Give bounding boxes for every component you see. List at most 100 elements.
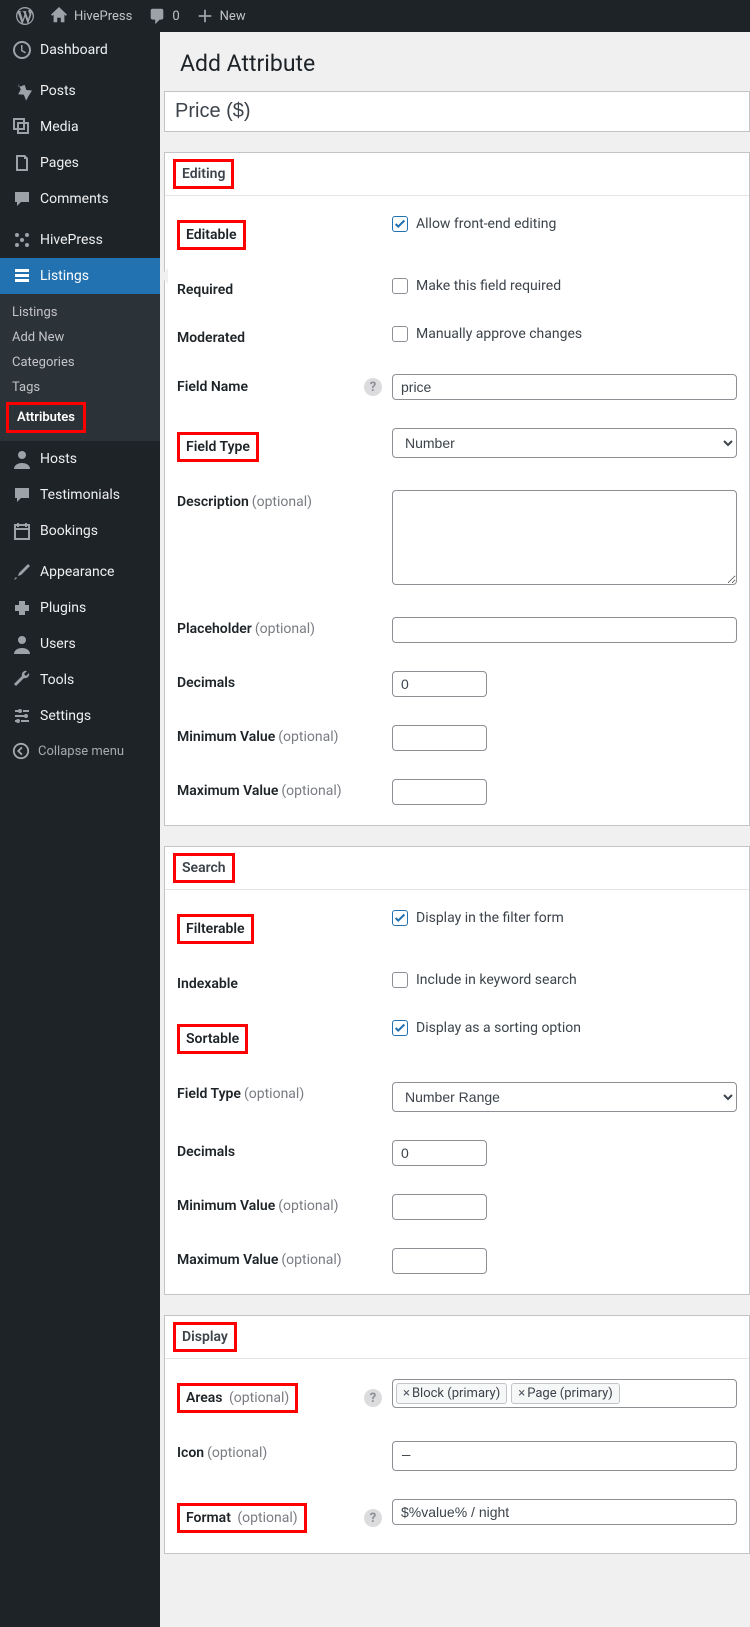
display-postbox: Display Areas (optional)? ×Block (primar… [164,1315,750,1554]
moderated-desc: Manually approve changes [416,326,582,342]
area-pill[interactable]: ×Page (primary) [511,1383,620,1404]
calendar-icon [12,521,32,541]
editable-label: Editable [177,220,246,250]
sidebar-item-pages[interactable]: Pages [0,145,160,181]
sidebar-item-appearance[interactable]: Appearance [0,554,160,590]
comment-icon [148,7,166,25]
search-fieldtype-label: Field Type [177,1086,241,1102]
fieldtype-select[interactable]: Number [392,428,737,458]
sortable-label: Sortable [177,1024,248,1054]
wrench-icon [12,670,32,690]
comments-count: 0 [172,9,179,24]
required-checkbox[interactable] [392,278,408,294]
site-name: HivePress [74,9,132,24]
editing-postbox: Editing Editable Allow front-end editing… [164,152,750,826]
submenu-tags[interactable]: Tags [0,375,160,400]
testimonial-icon [12,485,32,505]
sidebar-item-dashboard[interactable]: Dashboard [0,32,160,68]
search-heading: Search [173,853,235,883]
placeholder-input[interactable] [392,617,737,643]
areas-label: Areas (optional) [177,1383,298,1413]
moderated-checkbox-label[interactable]: Manually approve changes [392,326,737,342]
hivepress-icon [12,230,32,250]
sidebar-item-tools[interactable]: Tools [0,662,160,698]
comments-button[interactable]: 0 [140,0,187,32]
editing-heading: Editing [173,159,234,189]
sidebar-item-plugins[interactable]: Plugins [0,590,160,626]
attribute-title-input[interactable] [164,91,750,132]
submenu-categories[interactable]: Categories [0,350,160,375]
search-maxval-input[interactable] [392,1248,487,1274]
wordpress-icon [16,7,34,25]
sidebar-item-bookings[interactable]: Bookings [0,513,160,549]
help-icon[interactable]: ? [364,1509,382,1527]
check-icon [393,911,407,925]
search-postbox: Search Filterable Display in the filter … [164,846,750,1295]
placeholder-label: Placeholder [177,621,252,637]
sidebar-item-comments[interactable]: Comments [0,181,160,217]
icon-label: Icon [177,1445,204,1461]
new-content-button[interactable]: New [188,0,254,32]
sortable-checkbox-label[interactable]: Display as a sorting option [392,1020,737,1036]
icon-select[interactable]: — [392,1441,737,1471]
editable-desc: Allow front-end editing [416,216,556,232]
search-minval-input[interactable] [392,1194,487,1220]
sidebar-item-users[interactable]: Users [0,626,160,662]
admin-sidebar: Dashboard Posts Media Pages Comments Hiv… [0,32,160,1627]
areas-multiselect[interactable]: ×Block (primary) ×Page (primary) [392,1379,737,1408]
plus-icon [196,7,214,25]
format-input[interactable] [392,1499,737,1525]
filterable-label: Filterable [177,914,254,944]
decimals-input[interactable] [392,671,487,697]
description-textarea[interactable] [392,490,737,585]
sidebar-item-testimonials[interactable]: Testimonials [0,477,160,513]
home-icon [50,7,68,25]
submenu-listings[interactable]: Listings [0,300,160,325]
display-heading: Display [173,1322,237,1352]
site-home-button[interactable]: HivePress [42,0,140,32]
wp-logo-button[interactable] [8,0,42,32]
collapse-menu-button[interactable]: Collapse menu [0,734,160,768]
listings-submenu: Listings Add New Categories Tags Attribu… [0,294,160,441]
area-pill[interactable]: ×Block (primary) [396,1383,507,1404]
submenu-attributes[interactable]: Attributes [6,402,86,433]
fieldname-label: Field Name [177,379,248,395]
decimals-label: Decimals [177,671,392,691]
help-icon[interactable]: ? [364,378,382,396]
required-checkbox-label[interactable]: Make this field required [392,278,737,294]
indexable-checkbox[interactable] [392,972,408,988]
fieldname-input[interactable] [392,374,737,400]
search-decimals-input[interactable] [392,1140,487,1166]
main-content: Add Attribute Editing Editable Allow fro… [160,32,750,1627]
editable-checkbox-label[interactable]: Allow front-end editing [392,216,737,232]
maxval-input[interactable] [392,779,487,805]
submenu-add-new[interactable]: Add New [0,325,160,350]
search-fieldtype-select[interactable]: Number Range [392,1082,737,1112]
help-icon[interactable]: ? [364,1389,382,1407]
minval-label: Minimum Value [177,729,275,745]
indexable-checkbox-label[interactable]: Include in keyword search [392,972,737,988]
sidebar-item-settings[interactable]: Settings [0,698,160,734]
sidebar-item-hosts[interactable]: Hosts [0,441,160,477]
filterable-checkbox-label[interactable]: Display in the filter form [392,910,737,926]
sliders-icon [12,706,32,726]
minval-input[interactable] [392,725,487,751]
moderated-checkbox[interactable] [392,326,408,342]
fieldtype-label: Field Type [177,432,259,462]
editable-checkbox[interactable] [392,216,408,232]
media-icon [12,117,32,137]
sidebar-item-posts[interactable]: Posts [0,73,160,109]
indexable-desc: Include in keyword search [416,972,577,988]
sidebar-item-listings[interactable]: Listings [0,258,160,294]
pin-icon [12,81,32,101]
remove-icon[interactable]: × [403,1386,410,1401]
collapse-icon [12,742,30,760]
sidebar-item-media[interactable]: Media [0,109,160,145]
sidebar-item-hivepress[interactable]: HivePress [0,222,160,258]
remove-icon[interactable]: × [518,1386,525,1401]
required-desc: Make this field required [416,278,561,294]
format-label: Format (optional) [177,1503,307,1533]
filterable-checkbox[interactable] [392,910,408,926]
sortable-checkbox[interactable] [392,1020,408,1036]
dashboard-icon [12,40,32,60]
